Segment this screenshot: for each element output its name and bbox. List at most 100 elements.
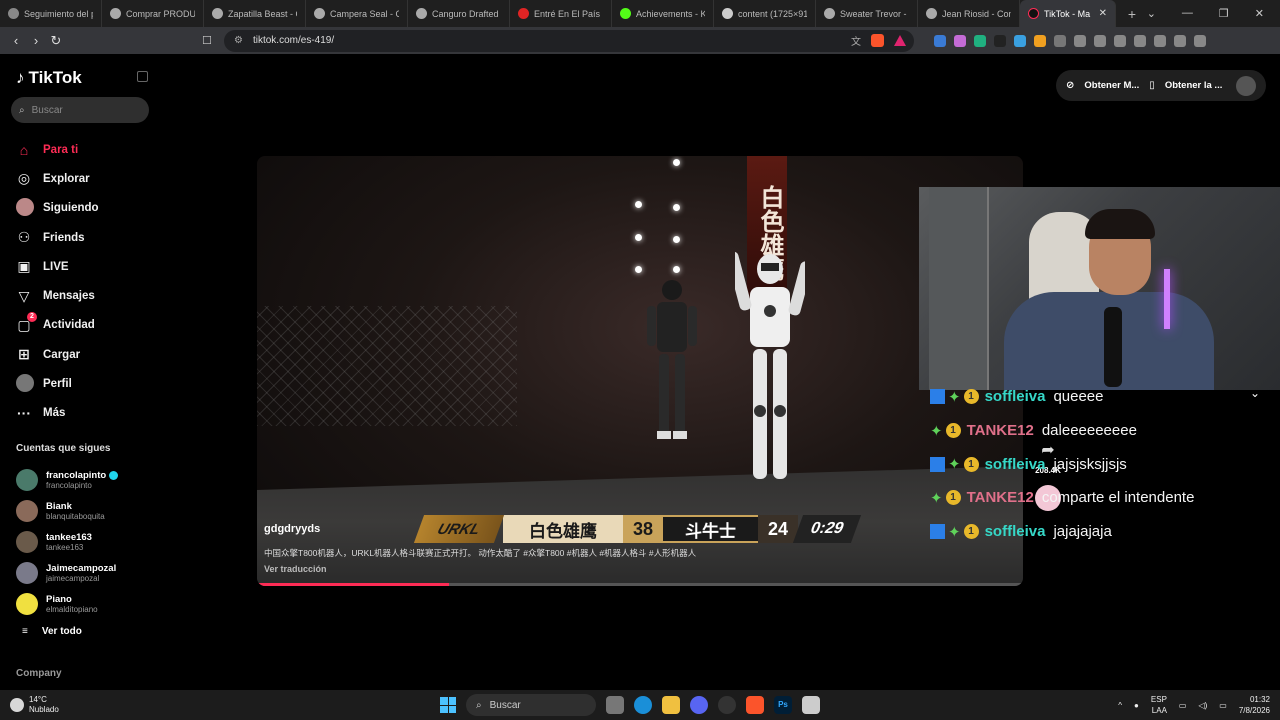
nav-item-mensajes[interactable]: ▽ Mensajes: [16, 281, 156, 310]
lang-secondary[interactable]: LAA: [1152, 706, 1167, 715]
address-bar[interactable]: ⚙ tiktok.com/es-419/ 文: [224, 29, 914, 52]
nav-item-perfil[interactable]: Perfil: [16, 369, 156, 398]
obs-icon[interactable]: [802, 696, 820, 714]
brave-rewards-icon[interactable]: [894, 35, 906, 46]
tiktok-logo[interactable]: ♪ TikTok: [16, 68, 82, 88]
browser-tab[interactable]: Achievements - Kic: [612, 0, 714, 27]
activity-icon: ▢ 2: [16, 311, 37, 334]
clock-time[interactable]: 01:32: [1250, 695, 1270, 704]
get-app-button[interactable]: Obtener M...: [1084, 80, 1139, 91]
battery-icon[interactable]: ▭: [1219, 701, 1227, 710]
minimize-icon[interactable]: —: [1182, 7, 1193, 20]
home-icon: ⌂: [19, 141, 29, 158]
forward-icon[interactable]: ›: [26, 33, 46, 48]
nav-item-live[interactable]: ▣ LIVE: [16, 252, 156, 281]
cage-net: [257, 306, 517, 426]
site-info-icon[interactable]: ⚙: [234, 35, 243, 46]
nav-item-explorar[interactable]: ◎ Explorar: [16, 164, 156, 193]
monitor-icon[interactable]: ▭: [1179, 701, 1187, 710]
task-view-icon[interactable]: [606, 696, 624, 714]
get-app-button-2[interactable]: Obtener la ...: [1165, 80, 1223, 91]
following-account[interactable]: francolapinto francolapinto: [16, 464, 119, 495]
browser-tab[interactable]: Campera Seal - Co: [306, 0, 408, 27]
video-player[interactable]: 白色雄鹰 URKL 白色雄鹰 38 斗牛士 24 0:29 gdgdryyds …: [257, 156, 1023, 586]
browser-tab[interactable]: Jean Riosid - Comp: [918, 0, 1020, 27]
browser-tab[interactable]: Zapatilla Beast - Co: [204, 0, 306, 27]
brave-icon[interactable]: [746, 696, 764, 714]
tab-title: content (1725×912: [738, 8, 807, 19]
extension-icon[interactable]: [934, 34, 946, 47]
star-badge-icon: ✦: [948, 523, 961, 541]
nav-item-actividad[interactable]: ▢ 2 Actividad: [16, 311, 156, 340]
menu-icon[interactable]: [1194, 34, 1206, 47]
lang-primary[interactable]: ESP: [1151, 695, 1167, 704]
search-input[interactable]: ⌕ Buscar: [11, 97, 149, 123]
photoshop-icon[interactable]: Ps: [774, 696, 792, 714]
mic-icon[interactable]: ●: [1134, 701, 1139, 710]
close-window-icon[interactable]: ✕: [1255, 7, 1264, 20]
nav-item-parati[interactable]: ⌂ Para ti: [16, 135, 156, 164]
maximize-icon[interactable]: ❐: [1219, 7, 1229, 20]
folder-icon[interactable]: [662, 696, 680, 714]
speaker-icon[interactable]: ◁): [1198, 701, 1207, 710]
friends-icon: ⚇: [17, 229, 31, 246]
puzzle-icon[interactable]: [1054, 34, 1066, 47]
account-name: tankee163: [46, 531, 92, 543]
tab-search-icon[interactable]: ⌄: [1147, 7, 1156, 20]
chevron-up-icon[interactable]: ^: [1118, 701, 1122, 710]
discord-icon[interactable]: [690, 696, 708, 714]
account-handle: elmalditopiano: [46, 604, 98, 614]
collapse-sidebar-icon[interactable]: [137, 71, 148, 82]
extension-icon[interactable]: [1154, 34, 1166, 47]
translate-icon[interactable]: 文: [851, 33, 861, 48]
following-account[interactable]: Piano elmalditopiano: [16, 588, 118, 619]
extension-icon[interactable]: [1014, 34, 1026, 47]
see-all-button[interactable]: ≡ Ver todo: [22, 626, 82, 637]
video-progress-bar[interactable]: [257, 583, 1023, 586]
clock-date[interactable]: 7/8/2026: [1239, 706, 1270, 715]
extension-icon[interactable]: [974, 34, 986, 47]
taskbar-search[interactable]: ⌕ Buscar: [466, 694, 596, 716]
steam-icon[interactable]: [718, 696, 736, 714]
company-link[interactable]: Company: [16, 668, 62, 679]
brave-shields-icon[interactable]: [871, 34, 884, 47]
edge-icon[interactable]: [634, 696, 652, 714]
video-author[interactable]: gdgdryyds: [264, 523, 320, 535]
close-icon[interactable]: ✕: [1099, 8, 1107, 19]
music-icon[interactable]: [1094, 34, 1106, 47]
nav-item-siguiendo[interactable]: Siguiendo: [16, 194, 156, 223]
following-account[interactable]: Jaimecampozal jaimecampozal: [16, 557, 118, 588]
reload-icon[interactable]: ↻: [46, 33, 66, 49]
tiktok-note-icon: ♪: [16, 68, 25, 87]
extension-icon[interactable]: [1034, 34, 1046, 47]
nav-item-friends[interactable]: ⚇ Friends: [16, 223, 156, 252]
browser-tab[interactable]: Entré En El País Do: [510, 0, 612, 27]
browser-tab[interactable]: Canguro Drafted -: [408, 0, 510, 27]
weather-widget[interactable]: 14°C Nublado: [0, 695, 120, 715]
chat-message: ✦ 1 soffleiva queeee: [930, 380, 1270, 414]
following-account[interactable]: tankee163 tankee163: [16, 526, 118, 557]
back-icon[interactable]: ‹: [6, 33, 26, 48]
avatar[interactable]: [1236, 75, 1256, 96]
extension-icon[interactable]: [994, 34, 1006, 47]
extension-icon[interactable]: [954, 34, 966, 47]
browser-tab-active[interactable]: TikTok - Ma ✕: [1020, 0, 1116, 27]
nav-item-ms[interactable]: ··· Más: [16, 399, 156, 428]
bookmark-icon[interactable]: ☐: [202, 34, 216, 47]
browser-tab[interactable]: Comprar PRODUCT: [102, 0, 204, 27]
translate-button[interactable]: Ver traducción: [264, 564, 327, 574]
following-account[interactable]: Biank blanquitaboquita: [16, 495, 118, 526]
team2-name: 斗牛士: [663, 515, 758, 543]
nav-item-cargar[interactable]: ⊞ Cargar: [16, 340, 156, 369]
windows-start-icon[interactable]: [440, 697, 456, 713]
new-tab-icon[interactable]: +: [1122, 6, 1142, 22]
sidebar-icon[interactable]: [1114, 34, 1126, 47]
browser-tab[interactable]: Seguimiento del pe: [0, 0, 102, 27]
chat-text: jajsjsksjjsjs: [1053, 455, 1127, 473]
vpn-icon[interactable]: [1174, 34, 1186, 47]
extension-icon[interactable]: [1074, 34, 1086, 47]
chat-text: comparte el intendente: [1041, 489, 1195, 507]
wallet-icon[interactable]: [1134, 34, 1146, 47]
browser-tab[interactable]: Sweater Trevor - Co: [816, 0, 918, 27]
browser-tab[interactable]: content (1725×912: [714, 0, 816, 27]
